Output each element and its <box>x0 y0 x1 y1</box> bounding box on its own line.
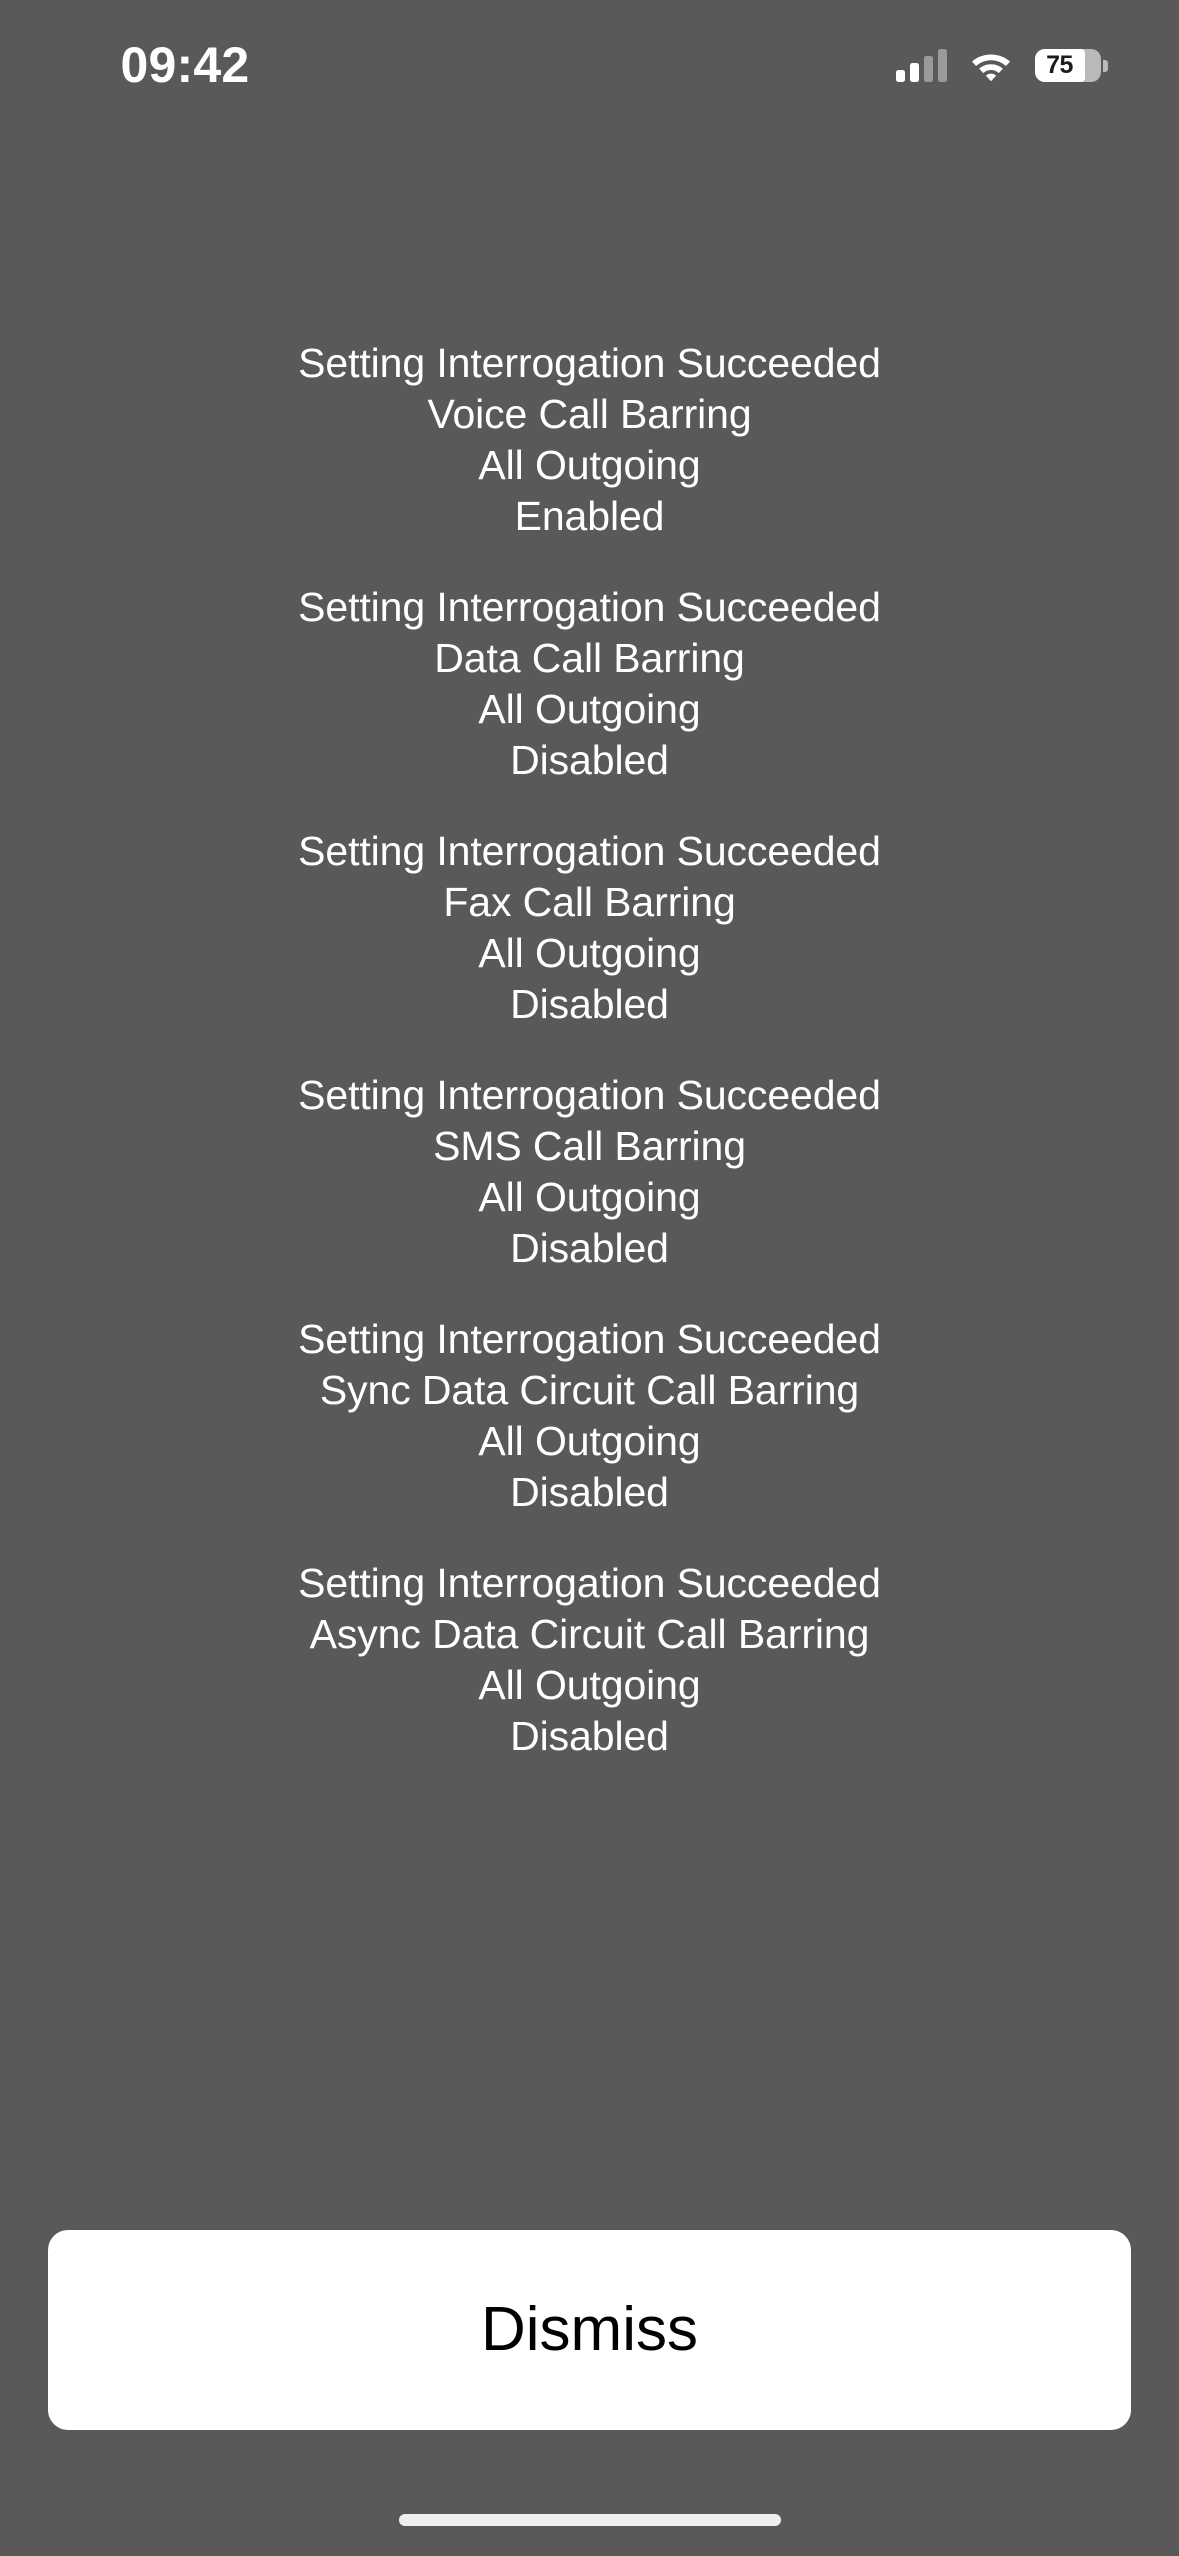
alert-line-scope: All Outgoing <box>478 442 701 488</box>
alert-line-title: Setting Interrogation Succeeded <box>298 584 881 630</box>
alert-line-service: Data Call Barring <box>434 635 745 681</box>
alert-line-title: Setting Interrogation Succeeded <box>298 340 881 386</box>
alert-line-title: Setting Interrogation Succeeded <box>298 828 881 874</box>
alert-line-state: Disabled <box>510 981 669 1027</box>
battery-percentage: 75 <box>1046 50 1073 79</box>
alert-line-state: Disabled <box>510 1225 669 1271</box>
alert-line-title: Setting Interrogation Succeeded <box>298 1560 881 1606</box>
alert-block: Setting Interrogation Succeeded Sync Data… <box>0 1314 1179 1518</box>
phone-screen: 09:42 75 Setting Interrogation Succeeded… <box>0 0 1179 2556</box>
alert-line-scope: All Outgoing <box>478 1662 701 1708</box>
home-indicator[interactable] <box>398 2514 781 2526</box>
alert-block: Setting Interrogation Succeeded Async Dat… <box>0 1558 1179 1762</box>
alert-block: Setting Interrogation Succeeded Data Call… <box>0 582 1179 786</box>
alert-line-service: Fax Call Barring <box>443 879 736 925</box>
alert-message-list: Setting Interrogation Succeeded Voice Cal… <box>0 300 1179 1802</box>
battery-cap <box>1103 59 1108 72</box>
cellular-signal-icon <box>896 48 947 82</box>
alert-line-scope: All Outgoing <box>478 1418 701 1464</box>
dismiss-button[interactable]: Dismiss <box>48 2230 1131 2430</box>
status-bar-indicators: 75 <box>896 48 1108 82</box>
alert-line-service: SMS Call Barring <box>433 1123 746 1169</box>
alert-message-scroll-area[interactable]: Setting Interrogation Succeeded Voice Cal… <box>0 300 1179 2112</box>
alert-block: Setting Interrogation Succeeded Voice Cal… <box>0 338 1179 542</box>
wifi-icon <box>969 49 1013 82</box>
alert-line-state: Disabled <box>510 1713 669 1759</box>
alert-line-title: Setting Interrogation Succeeded <box>298 1316 881 1362</box>
alert-line-service: Voice Call Barring <box>427 391 752 437</box>
battery-icon: 75 <box>1035 48 1108 82</box>
alert-line-state: Disabled <box>510 737 669 783</box>
alert-line-service: Async Data Circuit Call Barring <box>309 1611 870 1657</box>
status-bar: 09:42 75 <box>0 0 1179 140</box>
alert-block: Setting Interrogation Succeeded Fax Call … <box>0 826 1179 1030</box>
alert-line-scope: All Outgoing <box>478 930 701 976</box>
alert-line-service: Sync Data Circuit Call Barring <box>319 1367 860 1413</box>
alert-block: Setting Interrogation Succeeded SMS Call … <box>0 1070 1179 1274</box>
alert-line-title: Setting Interrogation Succeeded <box>298 1072 881 1118</box>
alert-line-scope: All Outgoing <box>478 1174 701 1220</box>
alert-line-scope: All Outgoing <box>478 686 701 732</box>
alert-line-state: Disabled <box>510 1469 669 1515</box>
status-bar-clock: 09:42 <box>120 37 250 93</box>
alert-line-state: Enabled <box>514 493 665 539</box>
